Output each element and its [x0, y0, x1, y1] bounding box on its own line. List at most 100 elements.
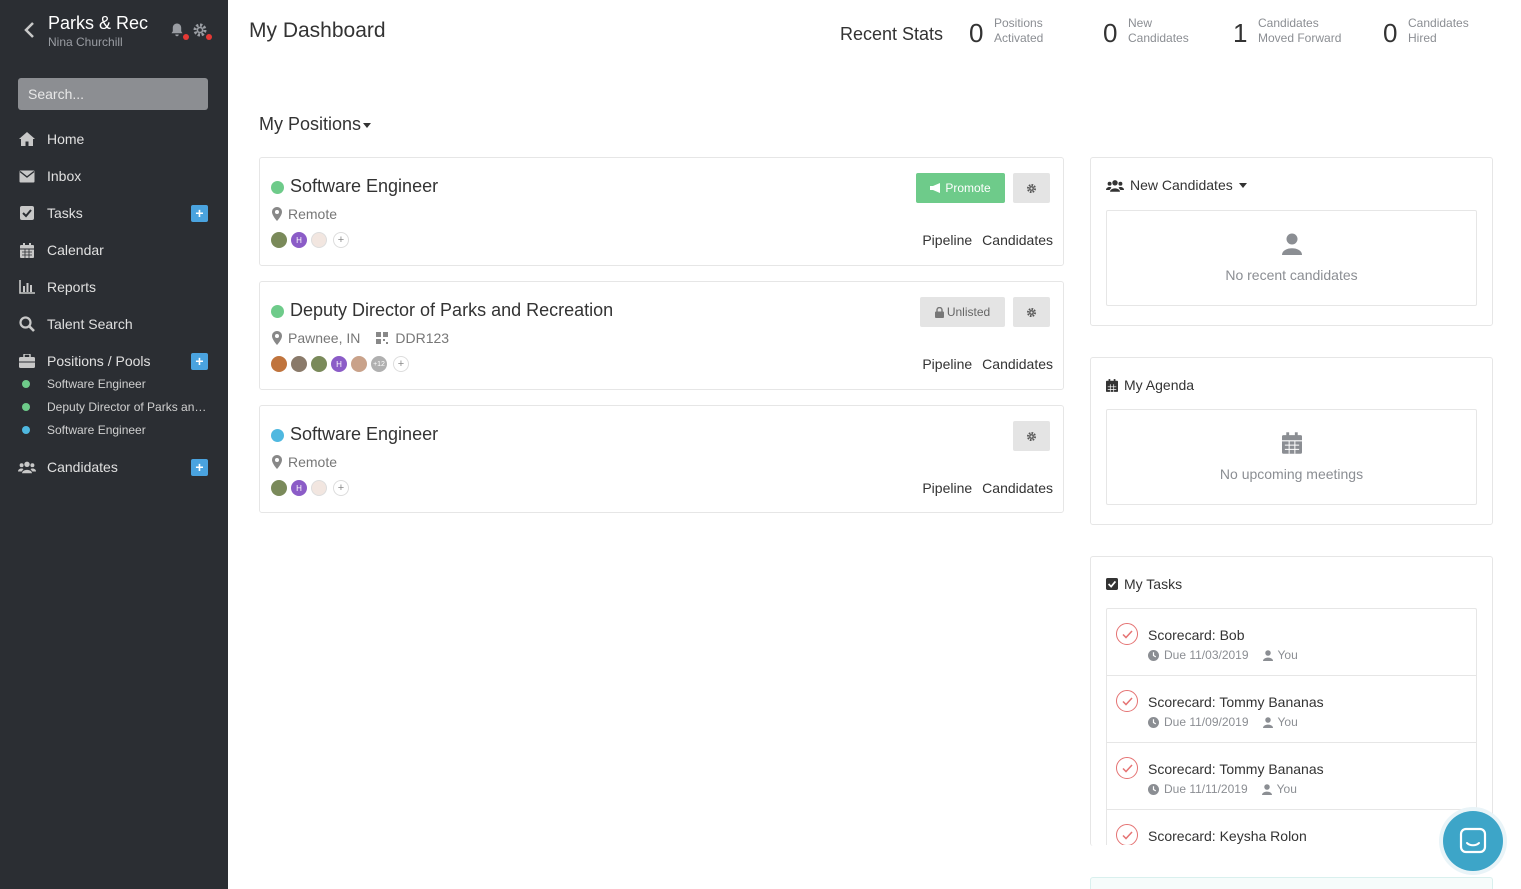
position-links: Pipeline Candidates	[912, 480, 1053, 496]
chat-icon	[1459, 827, 1487, 854]
user-icon	[1262, 716, 1273, 728]
unlisted-label: Unlisted	[946, 305, 991, 319]
avatar[interactable]	[271, 356, 287, 372]
task-item[interactable]: Scorecard: Tommy Bananas Due 11/11/2019 …	[1107, 743, 1476, 810]
complete-task-button[interactable]	[1116, 623, 1138, 645]
notification-dot	[183, 34, 189, 40]
position-settings-button[interactable]	[1013, 421, 1050, 451]
avatar[interactable]	[291, 356, 307, 372]
avatar[interactable]: H	[331, 356, 347, 372]
my-tasks-panel: My Tasks Scorecard: Bob Due 11/03/2019 Y…	[1090, 556, 1493, 846]
team-avatars: H +	[271, 232, 349, 248]
panel-title: My Tasks	[1124, 576, 1183, 592]
position-settings-button[interactable]	[1013, 297, 1050, 327]
check-square-icon	[1106, 578, 1118, 590]
avatar-overflow[interactable]: +12	[371, 356, 387, 372]
status-dot	[271, 305, 284, 318]
avatar[interactable]: H	[291, 480, 307, 496]
avatar[interactable]	[311, 480, 327, 496]
calendar-icon	[18, 241, 36, 259]
position-location: Remote	[272, 206, 337, 222]
sidebar-item-calendar[interactable]: Calendar	[0, 235, 228, 265]
sidebar-item-positions[interactable]: Positions / Pools +	[0, 346, 228, 376]
user-icon	[1282, 233, 1302, 255]
user-icon	[1262, 649, 1273, 661]
stat-label-line2: Activated	[994, 31, 1044, 45]
add-candidate-button[interactable]: +	[191, 458, 208, 476]
calendar-icon	[1282, 432, 1302, 454]
status-dot	[271, 429, 284, 442]
lock-icon	[934, 306, 944, 318]
sidebar-subitem-position[interactable]: Software Engineer	[0, 373, 228, 395]
stat-label-line1: Candidates	[1258, 16, 1319, 30]
sidebar-item-home[interactable]: Home	[0, 124, 228, 154]
task-assignee: You	[1277, 715, 1298, 729]
candidates-link[interactable]: Candidates	[982, 232, 1053, 248]
sidebar-item-candidates[interactable]: Candidates +	[0, 452, 228, 482]
check-icon	[1121, 763, 1133, 773]
sidebar-subitem-position[interactable]: Deputy Director of Parks and Recreation	[0, 396, 228, 418]
check-icon	[1121, 696, 1133, 706]
empty-state: No upcoming meetings	[1106, 409, 1477, 505]
pipeline-link[interactable]: Pipeline	[922, 232, 972, 248]
pipeline-link[interactable]: Pipeline	[922, 356, 972, 372]
clock-icon	[1148, 649, 1159, 661]
candidates-link[interactable]: Candidates	[982, 480, 1053, 496]
sidebar-subitem-label: Software Engineer	[47, 377, 146, 391]
position-code-text: DDR123	[395, 330, 450, 346]
status-dot	[22, 426, 30, 434]
add-team-member-button[interactable]: +	[333, 480, 349, 496]
my-positions-dropdown[interactable]: My Positions	[259, 114, 372, 135]
notification-dot	[206, 34, 212, 40]
section-title: My Positions	[259, 114, 362, 134]
sidebar-item-inbox[interactable]: Inbox	[0, 161, 228, 191]
add-team-member-button[interactable]: +	[393, 356, 409, 372]
position-title[interactable]: Deputy Director of Parks and Recreation	[290, 300, 613, 321]
unlisted-button[interactable]: Unlisted	[920, 297, 1005, 327]
gear-icon	[1026, 431, 1037, 441]
users-icon	[18, 458, 36, 476]
avatar[interactable]	[311, 356, 327, 372]
sidebar-subitem-label: Software Engineer	[47, 423, 146, 437]
sidebar-header: Parks & Rec Nina Churchill	[0, 0, 228, 70]
complete-task-button[interactable]	[1116, 690, 1138, 712]
org-name[interactable]: Parks & Rec	[48, 13, 148, 34]
sidebar-item-reports[interactable]: Reports	[0, 272, 228, 302]
candidates-link[interactable]: Candidates	[982, 356, 1053, 372]
complete-task-button[interactable]	[1116, 824, 1138, 845]
avatar[interactable]	[351, 356, 367, 372]
avatar[interactable]: H	[291, 232, 307, 248]
chat-launcher-button[interactable]	[1443, 811, 1503, 871]
pipeline-link[interactable]: Pipeline	[922, 480, 972, 496]
task-item[interactable]: Scorecard: Tommy Bananas Due 11/09/2019 …	[1107, 676, 1476, 743]
avatar[interactable]	[271, 480, 287, 496]
chevron-left-icon[interactable]	[22, 20, 36, 40]
avatar[interactable]	[311, 232, 327, 248]
task-item[interactable]: Scorecard: Bob Due 11/03/2019 You	[1107, 609, 1476, 676]
location-text: Remote	[288, 206, 338, 222]
position-settings-button[interactable]	[1013, 173, 1050, 203]
team-avatars: H +	[271, 480, 349, 496]
sidebar-item-talent-search[interactable]: Talent Search	[0, 309, 228, 339]
new-candidates-panel: New Candidates No recent candidates	[1090, 157, 1493, 326]
search-input[interactable]	[18, 78, 208, 110]
add-team-member-button[interactable]: +	[333, 232, 349, 248]
new-candidates-dropdown[interactable]: New Candidates	[1106, 177, 1247, 193]
location-text: Pawnee, IN	[288, 330, 361, 346]
position-title[interactable]: Software Engineer	[290, 424, 438, 445]
promote-label: Promote	[945, 181, 991, 195]
task-assignee: You	[1276, 782, 1297, 796]
add-position-button[interactable]: +	[191, 352, 208, 370]
position-location: Pawnee, IN DDR123	[272, 330, 449, 346]
gear-icon[interactable]	[192, 22, 212, 40]
sidebar-subitem-position[interactable]: Software Engineer	[0, 419, 228, 441]
task-due: Due 11/11/2019	[1164, 782, 1248, 796]
add-task-button[interactable]: +	[191, 204, 208, 222]
bell-icon[interactable]	[169, 22, 189, 40]
avatar[interactable]	[271, 232, 287, 248]
sidebar-item-tasks[interactable]: Tasks +	[0, 198, 228, 228]
complete-task-button[interactable]	[1116, 757, 1138, 779]
position-title[interactable]: Software Engineer	[290, 176, 438, 197]
promote-button[interactable]: Promote	[916, 173, 1005, 203]
task-item[interactable]: Scorecard: Keysha Rolon	[1107, 810, 1476, 845]
